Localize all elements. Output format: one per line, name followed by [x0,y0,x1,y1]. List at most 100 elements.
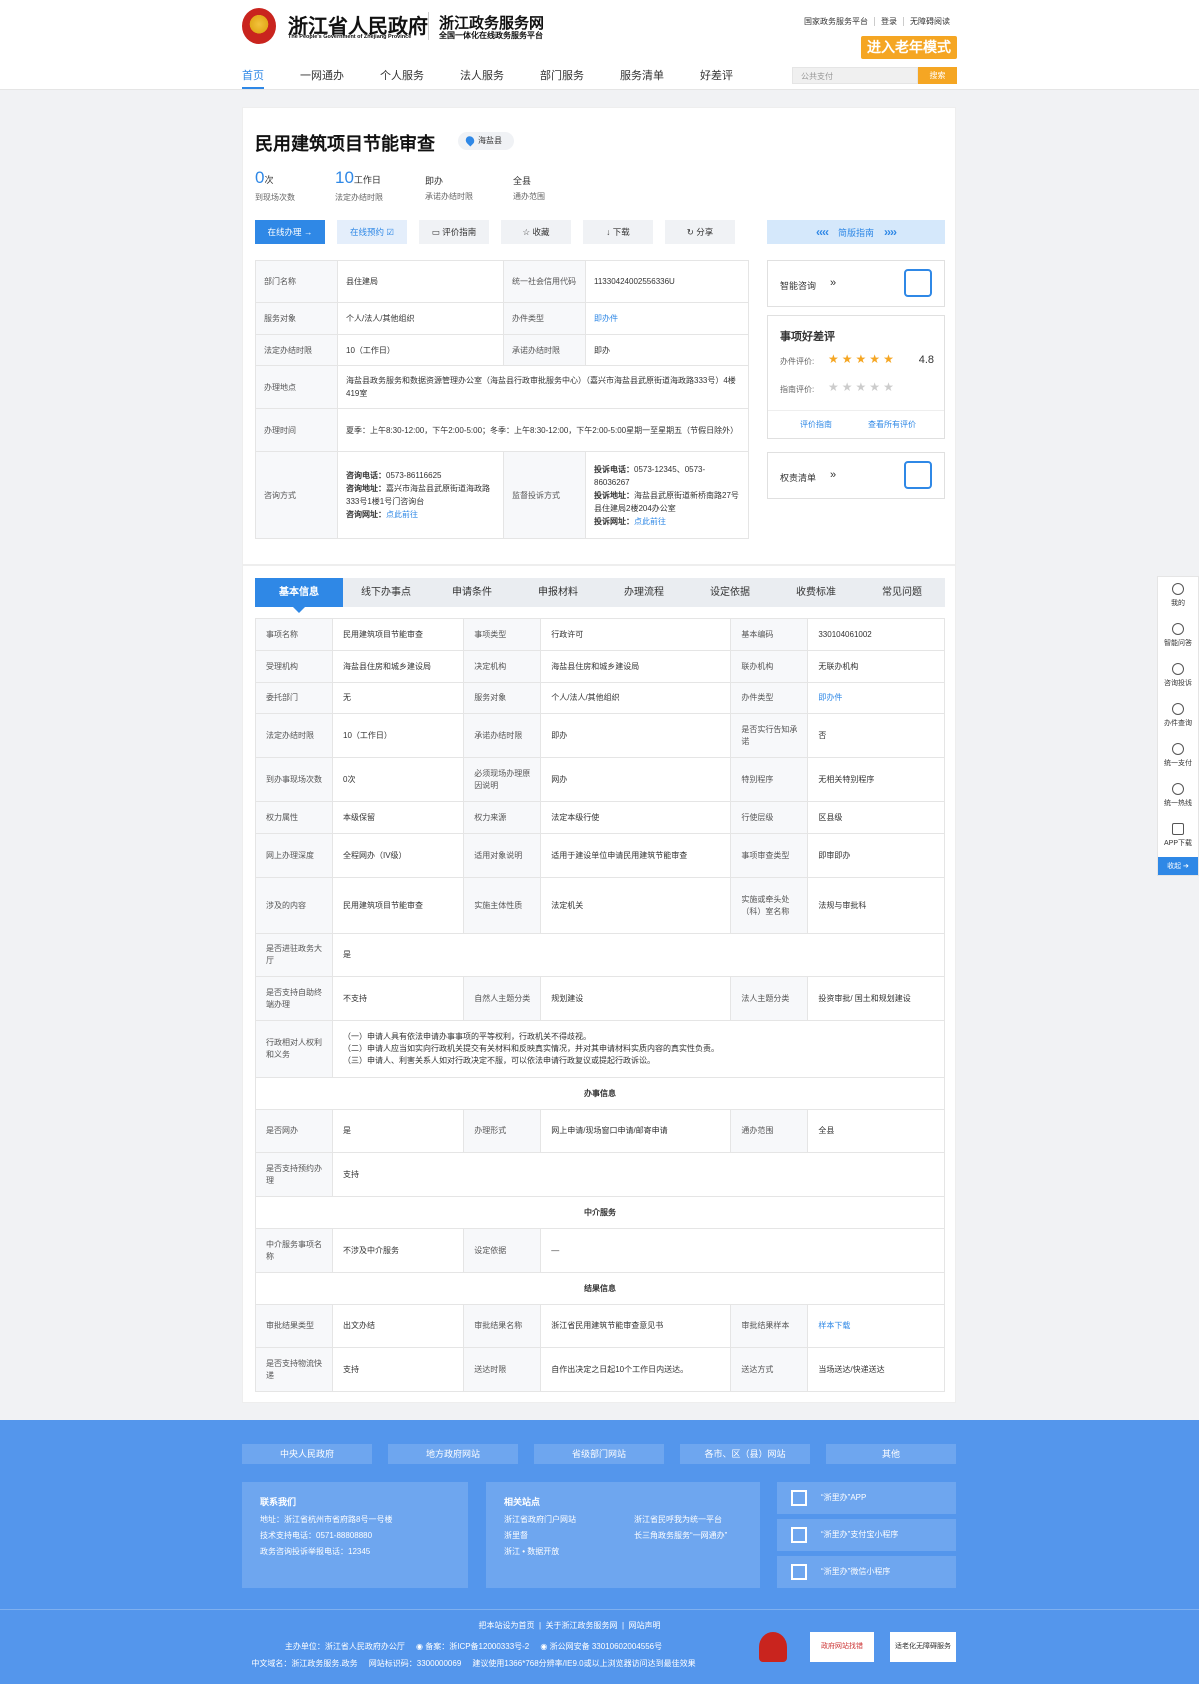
accessibility-link[interactable]: 无障碍阅读 [903,17,956,26]
action-buttons: 在线办理 → 在线预约 ☑ ▭ 评价指南 ☆ 收藏 ↓ 下载 ↻ 分享 [255,220,747,244]
nav-departments[interactable]: 部门服务 [540,67,584,89]
download-button[interactable]: ↓ 下载 [583,220,653,244]
mobile-icon [1172,823,1184,835]
accessibility-badge[interactable]: 适老化无障碍服务 [890,1632,956,1662]
service-subtitle: 全国一体化在线政务服务平台 [439,31,543,40]
chevron-right-icon: » [830,469,837,481]
set-home-link[interactable]: 把本站设为首页 [479,1621,535,1630]
star-icon: ★ [883,352,897,366]
smart-qa-button[interactable]: 智能问答 [1158,617,1198,657]
consult-complaint-button[interactable]: 咨询投诉 [1158,657,1198,697]
gov-site-error-badge[interactable]: 政府网站找错 [810,1632,874,1662]
online-booking-button[interactable]: 在线预约 ☑ [337,220,407,244]
nav-rating[interactable]: 好差评 [700,67,733,89]
view-all-ratings-link[interactable]: 查看所有评价 [868,419,916,430]
related-link[interactable]: 浙江省民呼我为统一平台 [634,1512,722,1528]
collapse-button[interactable]: 收起 ➔ [1158,857,1198,875]
elder-mode-button[interactable]: 进入老年模式 [861,36,957,59]
related-link[interactable]: 长三角政务服务“一网通办” [634,1528,727,1544]
section-title: 结果信息 [255,1272,945,1305]
tab-conditions[interactable]: 申请条件 [429,578,515,607]
unified-pay-button[interactable]: 统一支付 [1158,737,1198,777]
tab-faq[interactable]: 常见问题 [859,578,945,607]
app-download-button[interactable]: APP下载 [1158,817,1198,857]
star-icon: ★ [869,380,884,394]
case-query-button[interactable]: 办件查询 [1158,697,1198,737]
nav-one-network[interactable]: 一网通办 [300,67,344,89]
wechat-miniapp-link[interactable]: “浙里办”微信小程序 [777,1556,956,1588]
tab-basic-info[interactable]: 基本信息 [255,578,343,613]
simple-guide-button[interactable]: ‹‹‹‹ 简版指南 ›››› [767,220,945,244]
power-list-card[interactable]: 权责清单 » [767,452,945,499]
location-pin-icon [463,134,477,147]
item-type-link[interactable]: 即办件 [594,314,618,323]
qr-code-icon [791,1527,807,1543]
section-title: 办事信息 [255,1077,945,1110]
star-icon: ★ [869,352,884,366]
related-sites-box: 相关站点 浙江省政府门户网站 浙江省民呼我为统一平台 浙里督 长三角政务服务“一网通… [486,1482,760,1588]
qr-code-icon [791,1490,807,1506]
nav-legal-person[interactable]: 法人服务 [460,67,504,89]
online-apply-button[interactable]: 在线办理 → [255,220,325,244]
share-icon: ↻ [686,227,694,237]
footer-link-cities[interactable]: 各市、区（县）网站 [680,1444,810,1464]
national-emblem-logo [242,8,276,44]
footer-link-provincial[interactable]: 省级部门网站 [534,1444,664,1464]
top-links: 国家政务服务平台 登录 无障碍阅读 [798,16,956,27]
footer-link-local[interactable]: 地方政府网站 [388,1444,518,1464]
statement-link[interactable]: 网站声明 [628,1621,660,1630]
about-link[interactable]: 关于浙江政务服务网 [546,1621,618,1630]
complaint-web-link[interactable]: 点此前往 [634,517,666,526]
tab-process[interactable]: 办理流程 [601,578,687,607]
tab-fees[interactable]: 收费标准 [773,578,859,607]
history-icon [1172,703,1184,715]
police-badge-icon: ◉ [416,1642,423,1651]
summary-table: 部门名称 县住建局 统一社会信用代码 11330424002556336U 服务对象个… [255,260,749,539]
app-link[interactable]: “浙里办”APP [777,1482,956,1514]
tab-materials[interactable]: 申报材料 [515,578,601,607]
my-button[interactable]: 我的 [1158,577,1198,617]
tab-offline-sites[interactable]: 线下办事点 [343,578,429,607]
star-icon: ☆ [522,227,531,237]
item-type-link-2[interactable]: 即办件 [818,693,842,702]
rating-card: 事项好差评 办件评价: ★★★★★ 4.8 指南评价: ★★★★★ 评价指南 查… [767,315,945,439]
related-link[interactable]: 浙江省政府门户网站 [504,1512,634,1528]
related-link[interactable]: 浙里督 [504,1528,634,1544]
star-icon: ★ [841,380,856,394]
star-icon: ★ [855,380,870,394]
phone-icon [1172,783,1184,795]
smart-consult-card[interactable]: 智能咨询 » [767,260,945,307]
star-icon: ★ [883,380,897,394]
site-header: 浙江省人民政府 The People's Government of Zheji… [0,0,1199,90]
stat-legal-limit: 10工作日 法定办结时限 [335,168,383,202]
favorite-button[interactable]: ☆ 收藏 [501,220,571,244]
footer-link-other[interactable]: 其他 [826,1444,956,1464]
shield-icon [1172,663,1184,675]
nav-personal[interactable]: 个人服务 [380,67,424,89]
login-link[interactable]: 登录 [874,17,903,26]
typewriter-icon [904,461,932,489]
share-button[interactable]: ↻ 分享 [665,220,735,244]
arrow-right-icon: → [303,227,313,237]
main-nav: 首页 一网通办 个人服务 法人服务 部门服务 服务清单 好差评 [242,67,769,89]
search-input[interactable]: 公共支付 [792,67,918,84]
party-badge-icon [759,1632,787,1662]
location-tag: 海盐县 [458,132,514,150]
tab-basis[interactable]: 设定依据 [687,578,773,607]
sample-download-link[interactable]: 样本下载 [818,1321,850,1330]
site-footer: 中央人民政府 地方政府网站 省级部门网站 各市、区（县）网站 其他 联系我们 地… [0,1420,1199,1684]
alipay-miniapp-link[interactable]: “浙里办”支付宝小程序 [777,1519,956,1551]
nav-home[interactable]: 首页 [242,67,264,89]
comment-icon: ▭ [431,227,440,237]
calendar-check-icon: ☑ [386,227,394,237]
gov-platform-link[interactable]: 国家政务服务平台 [798,17,874,26]
hotline-button[interactable]: 统一热线 [1158,777,1198,817]
consult-web-link[interactable]: 点此前往 [386,510,418,519]
rate-guide-button[interactable]: ▭ 评价指南 [419,220,489,244]
rate-guide-link[interactable]: 评价指南 [800,419,832,430]
nav-service-list[interactable]: 服务清单 [620,67,664,89]
item-overview-card: 民用建筑项目节能审查 海盐县 0次 到现场次数 10工作日 法定办结时限 即办 … [242,107,956,565]
footer-link-central[interactable]: 中央人民政府 [242,1444,372,1464]
search-button[interactable]: 搜索 [918,67,957,84]
related-link[interactable]: 浙江 • 数据开放 [504,1544,742,1560]
